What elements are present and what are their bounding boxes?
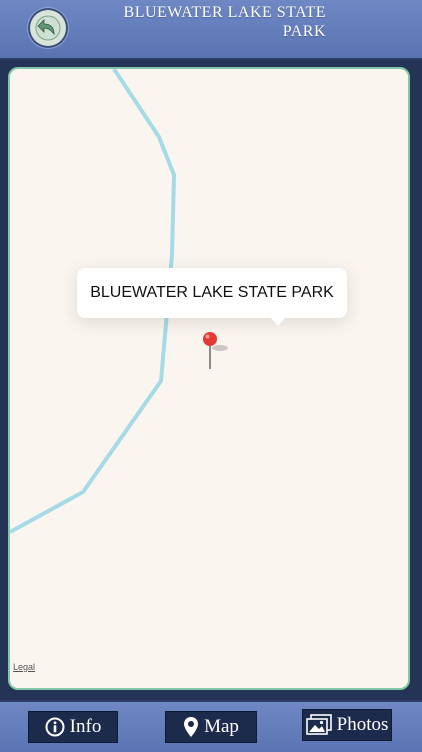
map-annotation-callout[interactable]: BLUEWATER LAKE STATE PARK xyxy=(77,268,347,326)
info-button[interactable]: Info xyxy=(28,711,118,743)
photos-label: Photos xyxy=(336,714,389,735)
photos-icon xyxy=(305,714,332,735)
info-icon xyxy=(45,717,65,737)
page-title: BLUEWATER LAKE STATE PARK xyxy=(123,4,326,40)
back-arrow-icon xyxy=(35,15,61,41)
legal-link[interactable]: Legal xyxy=(13,662,35,672)
back-button[interactable] xyxy=(30,10,66,46)
river-path xyxy=(10,69,176,534)
callout-title: BLUEWATER LAKE STATE PARK xyxy=(90,284,334,301)
top-bar: BLUEWATER LAKE STATE PARK xyxy=(0,0,422,60)
info-label: Info xyxy=(69,716,102,737)
map-button[interactable]: Map xyxy=(165,711,257,743)
map-view[interactable]: BLUEWATER LAKE STATE PARK Legal xyxy=(8,67,410,690)
red-map-pin-icon[interactable] xyxy=(200,331,234,371)
bottom-toolbar: Info Map Photos xyxy=(0,700,422,752)
photos-button[interactable]: Photos xyxy=(302,709,392,741)
map-label: Map xyxy=(204,716,239,737)
location-pin-icon xyxy=(184,717,199,737)
